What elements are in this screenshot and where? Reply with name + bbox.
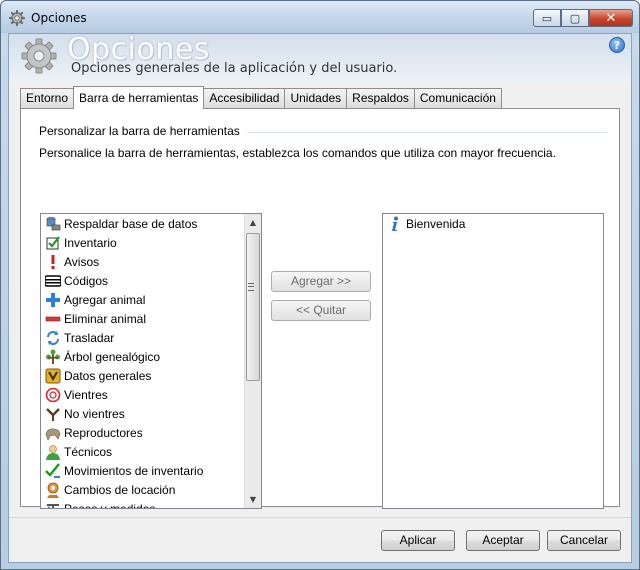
list-item[interactable]: Agregar animal xyxy=(41,290,244,309)
location-icon xyxy=(45,482,61,498)
list-item[interactable]: Avisos xyxy=(41,252,244,271)
header-band: Opciones Opciones generales de la aplica… xyxy=(9,32,631,84)
list-item-label: Respaldar base de datos xyxy=(64,216,198,231)
list-item[interactable]: Eliminar animal xyxy=(41,309,244,328)
scroll-up-arrow-icon[interactable]: ▲ xyxy=(245,214,261,231)
apply-button[interactable]: Aplicar xyxy=(381,530,455,551)
group-divider xyxy=(247,132,607,133)
plus-icon xyxy=(45,292,61,308)
settings-gear-icon xyxy=(21,38,57,74)
database-backup-icon xyxy=(45,216,61,232)
available-list-scrollbar[interactable]: ▲ ▼ xyxy=(244,214,261,508)
minus-icon xyxy=(45,311,61,327)
options-window: Opciones ▭ ▢ ✕ Opciones Opciones general… xyxy=(0,0,640,570)
list-item-label: Árbol genealógico xyxy=(64,349,161,364)
client-area: Opciones Opciones generales de la aplica… xyxy=(8,32,632,563)
maximize-button[interactable]: ▢ xyxy=(561,9,589,27)
list-item[interactable]: Inventario xyxy=(41,233,244,252)
list-item-label: Vientres xyxy=(64,387,108,402)
female-icon xyxy=(45,387,61,403)
minimize-icon: ▭ xyxy=(541,11,553,25)
exclamation-icon xyxy=(45,254,61,270)
list-item-label: Datos generales xyxy=(64,368,152,383)
list-item-label: Trasladar xyxy=(64,330,115,345)
scroll-down-arrow-icon[interactable]: ▼ xyxy=(245,491,261,508)
list-item-label: Avisos xyxy=(64,254,100,269)
bull-icon xyxy=(45,425,61,441)
tab-strip: Entorno Barra de herramientas Accesibili… xyxy=(20,86,502,109)
list-item-label: Movimientos de inventario xyxy=(64,463,204,478)
scroll-thumb[interactable] xyxy=(246,233,260,381)
list-item-label: Agregar animal xyxy=(64,292,146,307)
scale-icon xyxy=(45,501,61,508)
scroll-grip-icon xyxy=(248,283,254,291)
list-item-label: Eliminar animal xyxy=(64,311,147,326)
gear-icon xyxy=(9,10,25,26)
close-button[interactable]: ✕ xyxy=(589,9,633,27)
cancel-button[interactable]: Cancelar xyxy=(547,530,621,551)
family-tree-icon xyxy=(45,349,61,365)
page-subtitle: Opciones generales de la aplicación y de… xyxy=(71,61,398,76)
list-item[interactable]: No vientres xyxy=(41,404,244,423)
list-item[interactable]: Árbol genealógico xyxy=(41,347,244,366)
list-item-label: Cambios de locación xyxy=(64,482,176,497)
add-command-button[interactable]: Agregar >> xyxy=(271,271,371,292)
list-item[interactable]: Movimientos de inventario xyxy=(41,461,244,480)
toolbar-tab-panel: Personalizar la barra de herramientas Pe… xyxy=(20,108,620,509)
accept-button[interactable]: Aceptar xyxy=(466,530,540,551)
window-controls: ▭ ▢ ✕ xyxy=(533,9,633,27)
list-item-label: Códigos xyxy=(64,273,109,288)
person-icon xyxy=(45,444,61,460)
list-item-label: Técnicos xyxy=(64,444,113,459)
tab-barra-de-herramientas[interactable]: Barra de herramientas xyxy=(73,86,205,109)
transfer-arrows-icon xyxy=(45,330,61,346)
tab-accesibilidad[interactable]: Accesibilidad xyxy=(203,88,286,108)
tab-comunicacion[interactable]: Comunicación xyxy=(413,88,502,108)
list-item-label: Bienvenida xyxy=(406,216,466,231)
list-item-label: Pesos y medidas xyxy=(64,501,156,509)
tab-respaldos[interactable]: Respaldos xyxy=(346,88,415,108)
list-item[interactable]: Respaldar base de datos xyxy=(41,214,244,233)
list-item[interactable]: Bienvenida xyxy=(383,214,586,233)
list-item[interactable]: Datos generales xyxy=(41,366,244,385)
tab-unidades[interactable]: Unidades xyxy=(284,88,348,108)
available-commands-list[interactable]: Respaldar base de datos Inventario Avisos C… xyxy=(40,213,262,509)
list-item[interactable]: Trasladar xyxy=(41,328,244,347)
list-item[interactable]: Vientres xyxy=(41,385,244,404)
checklist-icon xyxy=(45,235,61,251)
info-icon xyxy=(387,216,403,232)
title-bar[interactable]: Opciones ▭ ▢ ✕ xyxy=(1,1,639,33)
data-card-icon xyxy=(45,368,61,384)
list-item[interactable]: Pesos y medidas xyxy=(41,499,244,509)
list-item[interactable]: Técnicos xyxy=(41,442,244,461)
minimize-button[interactable]: ▭ xyxy=(533,9,561,27)
help-icon[interactable]: ? xyxy=(609,37,625,53)
list-item-label: No vientres xyxy=(64,406,125,421)
list-item-label: Reproductores xyxy=(64,425,143,440)
list-item-label: Inventario xyxy=(64,235,117,250)
maximize-icon: ▢ xyxy=(569,11,581,25)
no-female-icon xyxy=(45,406,61,422)
group-label: Personalizar la barra de herramientas xyxy=(39,124,240,138)
barcode-icon xyxy=(45,273,61,289)
list-item[interactable]: Cambios de locación xyxy=(41,480,244,499)
list-item[interactable]: Códigos xyxy=(41,271,244,290)
inventory-moves-icon xyxy=(45,462,61,479)
window-title: Opciones xyxy=(31,11,87,25)
available-commands-items: Respaldar base de datos Inventario Avisos C… xyxy=(41,214,244,509)
close-icon: ✕ xyxy=(605,10,617,26)
list-item[interactable]: Reproductores xyxy=(41,423,244,442)
footer-divider xyxy=(9,517,631,518)
toolbar-commands-list[interactable]: Bienvenida xyxy=(382,213,604,509)
tab-entorno[interactable]: Entorno xyxy=(20,88,75,108)
panel-description: Personalice la barra de herramientas, es… xyxy=(39,146,556,160)
remove-command-button[interactable]: << Quitar xyxy=(271,300,371,321)
toolbar-commands-items: Bienvenida xyxy=(383,214,586,233)
